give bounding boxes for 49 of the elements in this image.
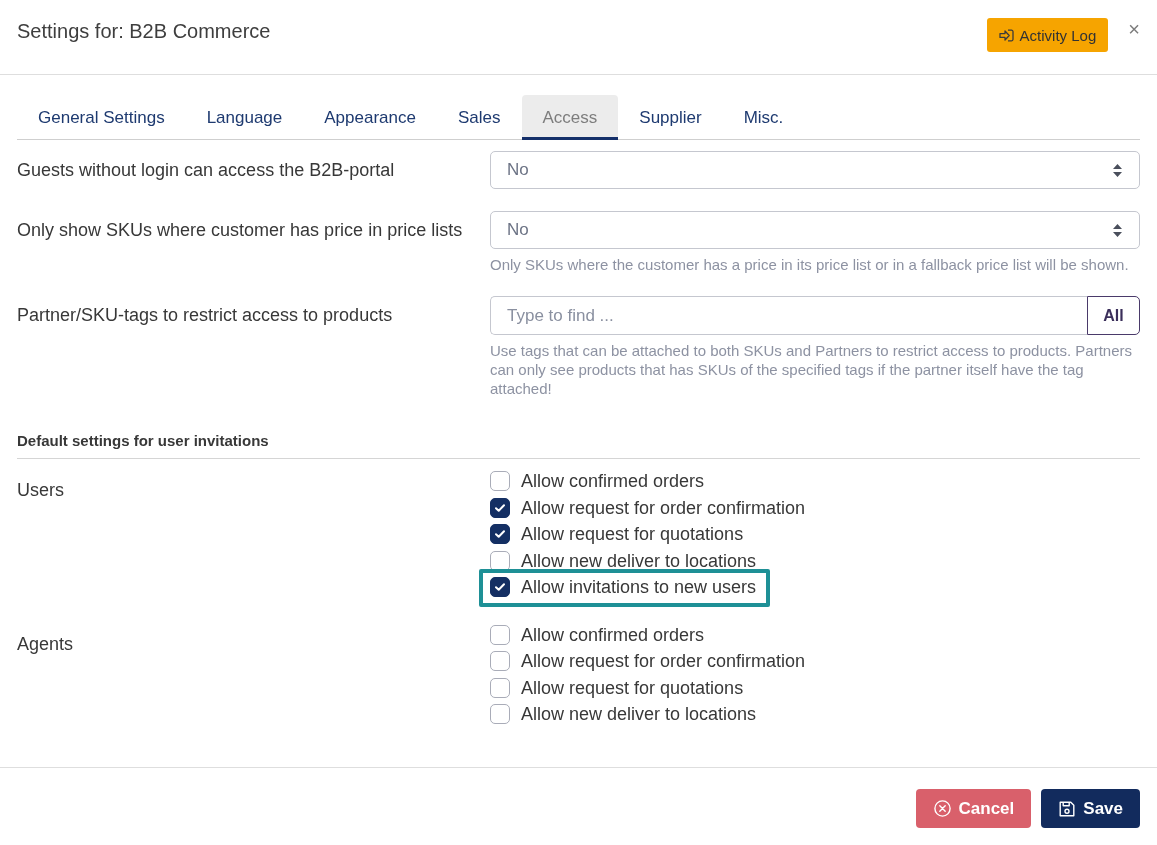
tab[interactable]: General Settings <box>17 95 186 140</box>
sort-caret-icon <box>1113 163 1122 177</box>
group-label: Agents <box>17 632 75 656</box>
checkbox[interactable] <box>490 624 510 645</box>
dropdown[interactable]: No <box>490 211 1140 249</box>
circle-x-icon <box>933 800 951 817</box>
activity-log-button[interactable]: Activity Log <box>986 18 1109 52</box>
check-icon <box>495 583 505 592</box>
checkbox[interactable] <box>490 704 510 725</box>
help-text: Use tags that can be attached to both SKUs and Partners to restrict access to products. Partners can only see products that has SKUs of the specified tags if the partner itself have the tag attached! <box>490 341 1133 398</box>
dropdown[interactable]: No <box>490 151 1140 189</box>
option-label: Allow new deliver to locations <box>521 549 757 572</box>
option-label: Allow confirmed orders <box>521 623 705 646</box>
dialog-title: Settings for: B2B Commerce <box>17 19 271 44</box>
close-button[interactable]: × <box>1128 18 1140 40</box>
group-label: Users <box>17 479 65 502</box>
option-label: Allow confirmed orders <box>521 470 705 493</box>
checkbox[interactable] <box>490 524 510 545</box>
checkbox[interactable] <box>490 497 510 518</box>
field-label: Guests without login can access the B2B-portal <box>17 159 396 182</box>
option-label: Allow invitations to new users <box>521 576 757 599</box>
tab[interactable]: Supplier <box>618 95 723 140</box>
tab[interactable]: Misc. <box>722 95 805 140</box>
check-icon <box>495 530 505 539</box>
checkbox[interactable] <box>490 677 510 698</box>
checkbox[interactable] <box>490 577 510 598</box>
all-button[interactable]: All <box>1087 296 1140 335</box>
tab[interactable]: Appearance <box>303 95 437 140</box>
option-label: Allow request for quotations <box>521 676 744 699</box>
cancel-button[interactable]: Cancel <box>915 789 1032 828</box>
field-label: Only show SKUs where customer has price in price lists <box>17 219 464 242</box>
save-button[interactable]: Save <box>1041 789 1140 828</box>
tab[interactable]: Language <box>185 95 304 140</box>
option-label: Allow new deliver to locations <box>521 703 757 726</box>
enter-arrow-icon <box>998 28 1014 42</box>
sort-caret-icon <box>1113 223 1122 237</box>
option-label: Allow request for quotations <box>521 523 744 546</box>
field-label: Partner/SKU-tags to restrict access to products <box>17 304 394 327</box>
tab[interactable]: Sales <box>436 95 522 140</box>
checkbox[interactable] <box>490 550 510 571</box>
check-icon <box>495 503 505 512</box>
tab[interactable]: Access <box>521 95 619 140</box>
checkbox[interactable] <box>490 471 510 492</box>
option-label: Allow request for order confirmation <box>521 496 806 519</box>
option-label: Allow request for order confirmation <box>521 650 806 673</box>
checkbox[interactable] <box>490 651 510 672</box>
section-heading: Default settings for user invitations <box>17 431 1140 459</box>
tag-search-field[interactable]: Type to find ... <box>490 296 1087 335</box>
help-text: Only SKUs where the customer has a price in its price list or in a fallback price list will be shown. <box>490 255 1130 274</box>
